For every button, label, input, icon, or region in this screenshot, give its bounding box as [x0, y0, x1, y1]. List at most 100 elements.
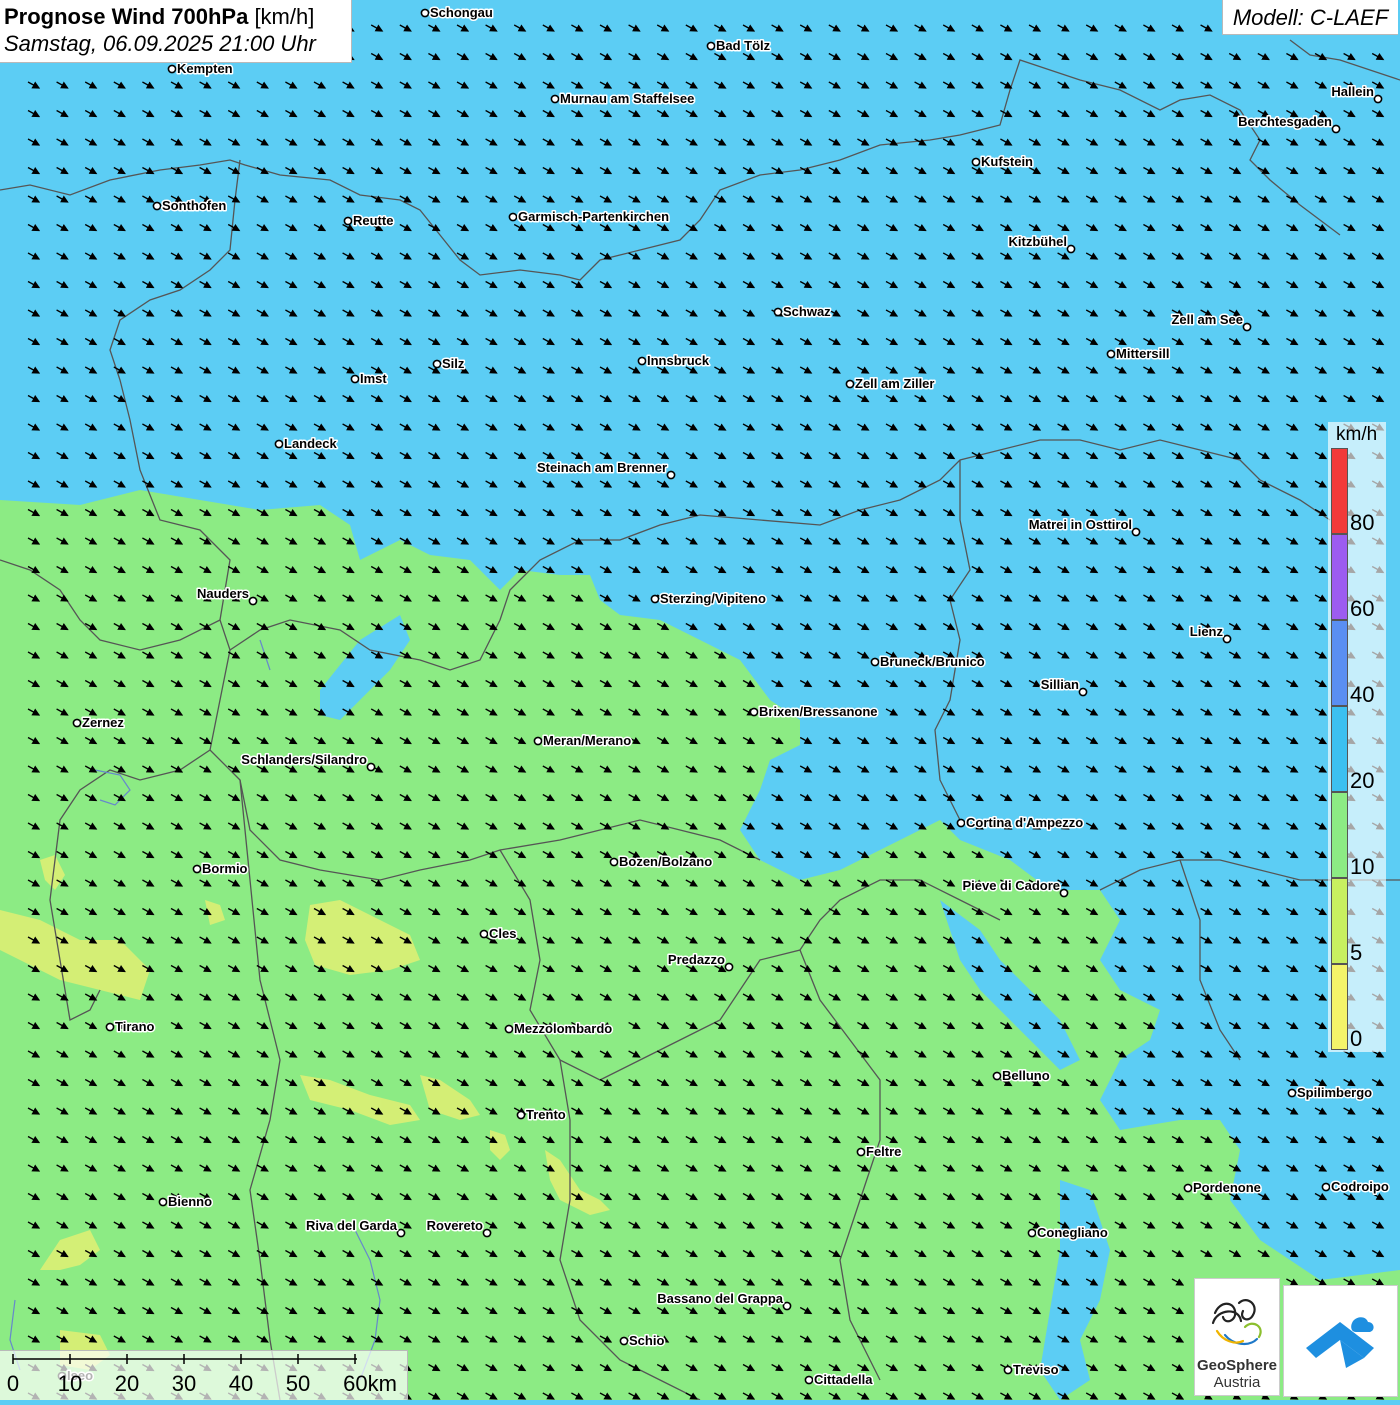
city-dot [749, 707, 759, 717]
city-dot [1373, 94, 1383, 104]
city-brixen-bressanone[interactable]: Brixen/Bressanone [749, 703, 879, 721]
city-dot [158, 1197, 168, 1207]
city-label: Riva del Garda [306, 1218, 398, 1233]
city-dot [1106, 349, 1116, 359]
city-label: Tirano [115, 1019, 155, 1034]
app-arrow-icon [1306, 1317, 1374, 1368]
model-label: Modell: C-LAEF [1222, 0, 1398, 35]
city-label: Meran/Merano [543, 733, 631, 748]
city-dot [870, 657, 880, 667]
city-kufstein[interactable]: Kufstein [971, 153, 1035, 171]
legend-band-10-20 [1331, 792, 1348, 878]
city-cortina-d-ampezzo[interactable]: Cortina d'Ampezzo [956, 814, 1085, 832]
legend-band-80-100 [1331, 448, 1348, 534]
map-canvas: Schongau Bad Tölz Kempten Murnau am Staffel… [0, 0, 1400, 1401]
city-dot [971, 157, 981, 167]
city-label: Spilimbergo [1297, 1085, 1372, 1100]
scale-bar-label: 20 [114, 1371, 140, 1396]
city-mittersill[interactable]: Mittersill [1106, 345, 1171, 363]
city-dot [1059, 888, 1069, 898]
city-dot [637, 356, 647, 366]
city-bienno[interactable]: Bienno [158, 1193, 214, 1211]
city-dot [192, 864, 202, 874]
city-bruneck-brunico[interactable]: Bruneck/Brunico [870, 653, 986, 671]
city-label: Bozen/Bolzano [619, 854, 712, 869]
scale-bar-label: 40 [228, 1371, 254, 1396]
city-label: Conegliano [1037, 1225, 1108, 1240]
city-label: Pordenone [1193, 1180, 1261, 1195]
city-dot [420, 8, 430, 18]
city-dot [343, 216, 353, 226]
city-dot [504, 1024, 514, 1034]
city-label: Bad Tölz [716, 38, 771, 53]
city-label: Hallein [1331, 84, 1374, 99]
city-dot [1321, 1182, 1331, 1192]
city-label: Landeck [284, 436, 338, 451]
city-label: Zell am Ziller [855, 376, 934, 391]
city-label: Cortina d'Ampezzo [966, 815, 1083, 830]
city-bozen-bolzano[interactable]: Bozen/Bolzano [609, 853, 714, 871]
city-label: Garmisch-Partenkirchen [518, 209, 669, 224]
scale-bar-label: 0 [6, 1371, 20, 1396]
geosphere-austria-logo[interactable]: GeoSphere Austria [1194, 1278, 1280, 1396]
city-conegliano[interactable]: Conegliano [1027, 1224, 1109, 1242]
city-cittadella[interactable]: Cittadella [804, 1371, 875, 1389]
legend-tick-label: 0 [1350, 1026, 1363, 1051]
city-belluno[interactable]: Belluno [992, 1067, 1051, 1085]
city-meran-merano[interactable]: Meran/Merano [533, 732, 633, 750]
city-dot [516, 1110, 526, 1120]
city-dot [804, 1375, 814, 1385]
city-treviso[interactable]: Treviso [1003, 1361, 1060, 1379]
city-label: Rovereto [427, 1218, 483, 1233]
legend-tick-label: 40 [1350, 682, 1375, 707]
city-bormio[interactable]: Bormio [192, 860, 249, 878]
city-label: Innsbruck [647, 353, 710, 368]
legend-band-40-60 [1331, 620, 1348, 706]
city-bad-t-lz[interactable]: Bad Tölz [706, 37, 772, 55]
city-dot [773, 307, 783, 317]
legend-unit: km/h [1336, 424, 1378, 445]
city-schwaz[interactable]: Schwaz [773, 303, 833, 321]
city-sonthofen[interactable]: Sonthofen [152, 197, 228, 215]
city-label: Zernez [82, 715, 124, 730]
city-label: Reutte [353, 213, 393, 228]
city-zernez[interactable]: Zernez [72, 714, 126, 732]
geosphere-logo-name: GeoSphere [1196, 1357, 1278, 1374]
city-pordenone[interactable]: Pordenone [1183, 1179, 1262, 1197]
city-dot [366, 762, 376, 772]
city-label: Treviso [1013, 1362, 1059, 1377]
city-zell-am-ziller[interactable]: Zell am Ziller [845, 375, 936, 393]
city-dot [396, 1228, 406, 1238]
city-dot [105, 1022, 115, 1032]
legend-tick-label: 80 [1350, 510, 1375, 535]
scale-bar-label: 30 [171, 1371, 197, 1396]
legend-band-20-40 [1331, 706, 1348, 792]
city-schongau[interactable]: Schongau [420, 4, 494, 22]
city-mezzolombardo[interactable]: Mezzolombardo [504, 1020, 614, 1038]
city-murnau-am-staffelsee[interactable]: Murnau am Staffelsee [550, 90, 696, 108]
wind-map[interactable]: Schongau Bad Tölz Kempten Murnau am Staffel… [0, 0, 1400, 1401]
city-landeck[interactable]: Landeck [274, 435, 339, 453]
city-sterzing-vipiteno[interactable]: Sterzing/Vipiteno [650, 590, 767, 608]
city-label: Imst [360, 371, 387, 386]
city-dot [992, 1071, 1002, 1081]
city-dot [782, 1301, 792, 1311]
weather-app-logo[interactable] [1283, 1285, 1398, 1397]
city-dot [274, 439, 284, 449]
city-dot [508, 212, 518, 222]
city-label: Belluno [1002, 1068, 1050, 1083]
geosphere-logo-country: Austria [1213, 1374, 1261, 1391]
city-spilimbergo[interactable]: Spilimbergo [1287, 1084, 1374, 1102]
city-label: Steinach am Brenner [537, 460, 667, 475]
city-kempten[interactable]: Kempten [167, 60, 234, 78]
city-label: Bassano del Grappa [657, 1291, 783, 1306]
city-innsbruck[interactable]: Innsbruck [637, 352, 711, 370]
city-dot [1066, 244, 1076, 254]
city-label: Schio [629, 1333, 664, 1348]
city-label: Bruneck/Brunico [880, 654, 985, 669]
city-garmisch-partenkirchen[interactable]: Garmisch-Partenkirchen [508, 208, 671, 226]
city-dot [1078, 687, 1088, 697]
city-codroipo[interactable]: Codroipo [1321, 1178, 1390, 1196]
city-dot [72, 718, 82, 728]
legend-tick-label: 60 [1350, 596, 1375, 621]
